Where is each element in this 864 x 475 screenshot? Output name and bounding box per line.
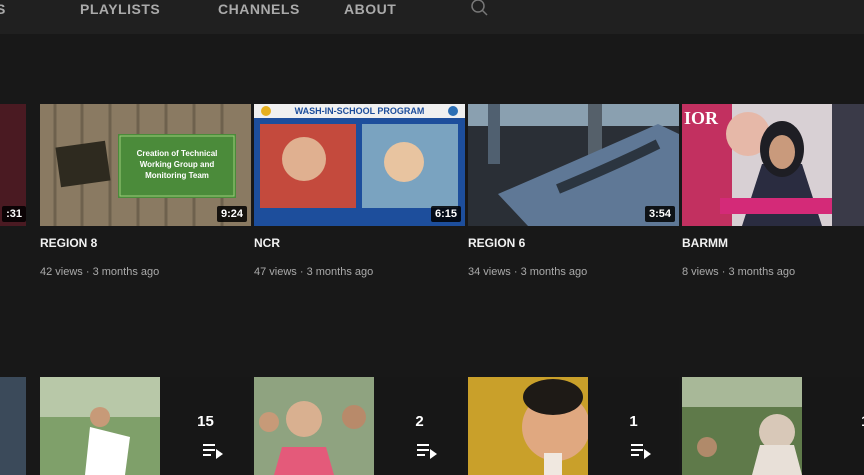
playlist-video-count: 2	[415, 413, 424, 430]
tab-playlists[interactable]: PLAYLISTS	[80, 0, 160, 22]
thumbnail-caption-line: Monitoring Team	[145, 171, 209, 180]
duration-badge: 6:15	[430, 206, 461, 222]
thumbnail-caption-line: Creation of Technical	[136, 149, 218, 158]
playlist-video-count: 1	[629, 413, 638, 430]
thumbnail-caption: IOR	[684, 108, 719, 128]
video-thumbnail[interactable]: 3:54	[468, 104, 679, 226]
channel-tabs-bar: S PLAYLISTS CHANNELS ABOUT	[0, 0, 864, 34]
playlist-play-icon	[631, 444, 651, 459]
thumbnail-caption: Creation of Technical Working Group and …	[118, 148, 236, 181]
video-card[interactable]: WASH-IN-SCHOOL PROGRAM 6:15 NCR 47 views…	[254, 104, 465, 278]
channel-page: S PLAYLISTS CHANNELS ABOUT :31 Creation …	[0, 0, 864, 475]
video-card[interactable]: IOR 3 BARMM 8 views · 3 months ago	[682, 104, 864, 278]
thumbnail-caption-line: Working Group and	[139, 160, 215, 169]
playlist-thumbnail	[254, 377, 374, 475]
video-meta: 47 views · 3 months ago	[254, 266, 374, 278]
playlist-video-count: 15	[197, 413, 214, 430]
duration-badge: 9:24	[216, 206, 247, 222]
tab-about[interactable]: ABOUT	[344, 0, 396, 22]
video-card[interactable]: 3:54 REGION 6 34 views · 3 months ago	[468, 104, 679, 278]
video-title[interactable]: NCR	[254, 236, 280, 250]
thumbnail-caption: WASH-IN-SCHOOL PROGRAM	[294, 106, 425, 116]
tab-partial[interactable]: S	[0, 0, 6, 22]
tab-channels[interactable]: CHANNELS	[218, 0, 300, 22]
search-icon[interactable]	[470, 0, 490, 20]
video-meta: 42 views · 3 months ago	[40, 266, 160, 278]
playlist-video-count: 17	[824, 413, 864, 430]
video-card[interactable]: Creation of Technical Working Group and …	[40, 104, 251, 278]
video-meta: 34 views · 3 months ago	[468, 266, 588, 278]
duration-badge: :31	[2, 206, 26, 222]
playlist-thumbnail	[0, 377, 26, 475]
playlist-card[interactable]	[0, 377, 26, 475]
video-title[interactable]: REGION 8	[40, 236, 97, 250]
playlist-card[interactable]: 2	[254, 377, 465, 475]
playlist-thumbnail	[40, 377, 160, 475]
playlist-thumbnail	[682, 377, 802, 475]
video-meta: 8 views · 3 months ago	[682, 266, 796, 278]
video-thumbnail[interactable]: Creation of Technical Working Group and …	[40, 104, 251, 226]
playlist-play-icon	[417, 444, 437, 459]
playlist-card[interactable]: 15	[40, 377, 251, 475]
playlist-card[interactable]: 17	[682, 377, 864, 475]
playlist-card[interactable]: 1	[468, 377, 679, 475]
duration-badge: 3:54	[644, 206, 675, 222]
video-title[interactable]: REGION 6	[468, 236, 525, 250]
video-thumbnail[interactable]: IOR 3	[682, 104, 864, 226]
video-title[interactable]: BARMM	[682, 236, 728, 250]
video-thumbnail[interactable]: :31	[0, 104, 26, 226]
video-card[interactable]: :31	[0, 104, 26, 226]
video-thumbnail[interactable]: WASH-IN-SCHOOL PROGRAM 6:15	[254, 104, 465, 226]
playlist-play-icon	[203, 444, 223, 459]
playlist-thumbnail	[468, 377, 588, 475]
